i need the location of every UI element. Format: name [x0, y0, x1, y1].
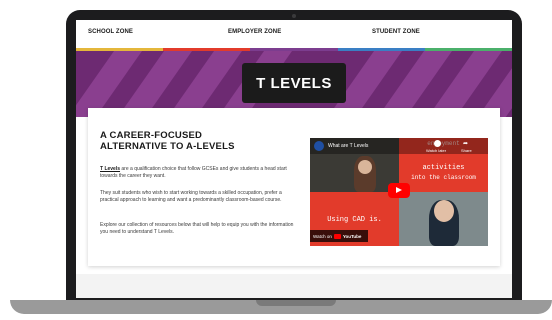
- intro-text: are a qualification choice that follow G…: [100, 166, 287, 179]
- watch-on-label: Watch on: [313, 233, 332, 239]
- video-panel-student: [399, 192, 488, 246]
- watch-on-youtube-button[interactable]: Watch on YouTube: [310, 230, 368, 242]
- laptop-notch: [256, 300, 336, 306]
- nav-student-zone[interactable]: STUDENT ZONE: [372, 29, 420, 35]
- play-icon: [396, 187, 402, 193]
- activities-text: activities: [422, 164, 465, 172]
- video-title[interactable]: What are T Levels: [328, 143, 368, 149]
- share-icon[interactable]: ➦: [463, 140, 468, 147]
- watch-later-label[interactable]: Watch later: [426, 148, 446, 153]
- page-title: T LEVELS: [242, 63, 346, 103]
- camera-icon: [292, 14, 296, 18]
- intro-paragraph: T Levels are a qualification choice that…: [100, 166, 296, 180]
- video-embed[interactable]: enjoyment activities into the classroom …: [310, 138, 488, 246]
- nav-employer-zone[interactable]: EMPLOYER ZONE: [228, 29, 281, 35]
- nav-school-zone[interactable]: SCHOOL ZONE: [88, 29, 133, 35]
- video-student-face: [434, 200, 454, 222]
- channel-logo-icon[interactable]: [314, 141, 324, 151]
- video-person-face: [358, 160, 372, 174]
- youtube-icon: [333, 233, 341, 239]
- page-footer: [76, 274, 512, 298]
- t-levels-link[interactable]: T Levels: [100, 166, 120, 172]
- clock-icon[interactable]: [434, 140, 441, 147]
- heading-line-2: ALTERNATIVE TO A-LEVELS: [100, 141, 235, 152]
- using-cad-text: Using CAD is.: [327, 216, 382, 224]
- laptop-bezel: SCHOOL ZONE EMPLOYER ZONE STUDENT ZONE T…: [66, 10, 522, 310]
- video-title-bar: What are T Levels Watch later ➦ Share: [310, 138, 488, 154]
- heading-line-1: A CAREER-FOCUSED: [100, 130, 203, 141]
- youtube-label: YouTube: [342, 233, 362, 239]
- content-card: A CAREER-FOCUSED ALTERNATIVE TO A-LEVELS…: [88, 108, 500, 266]
- suitability-paragraph: They suit students who wish to start wor…: [100, 190, 282, 203]
- share-label[interactable]: Share: [461, 148, 472, 153]
- classroom-text: into the classroom: [411, 174, 476, 181]
- top-nav: SCHOOL ZONE EMPLOYER ZONE STUDENT ZONE: [76, 20, 512, 48]
- laptop-screen: SCHOOL ZONE EMPLOYER ZONE STUDENT ZONE T…: [76, 20, 512, 298]
- explore-paragraph: Explore our collection of resources belo…: [100, 222, 294, 235]
- section-heading: A CAREER-FOCUSED ALTERNATIVE TO A-LEVELS: [100, 130, 290, 152]
